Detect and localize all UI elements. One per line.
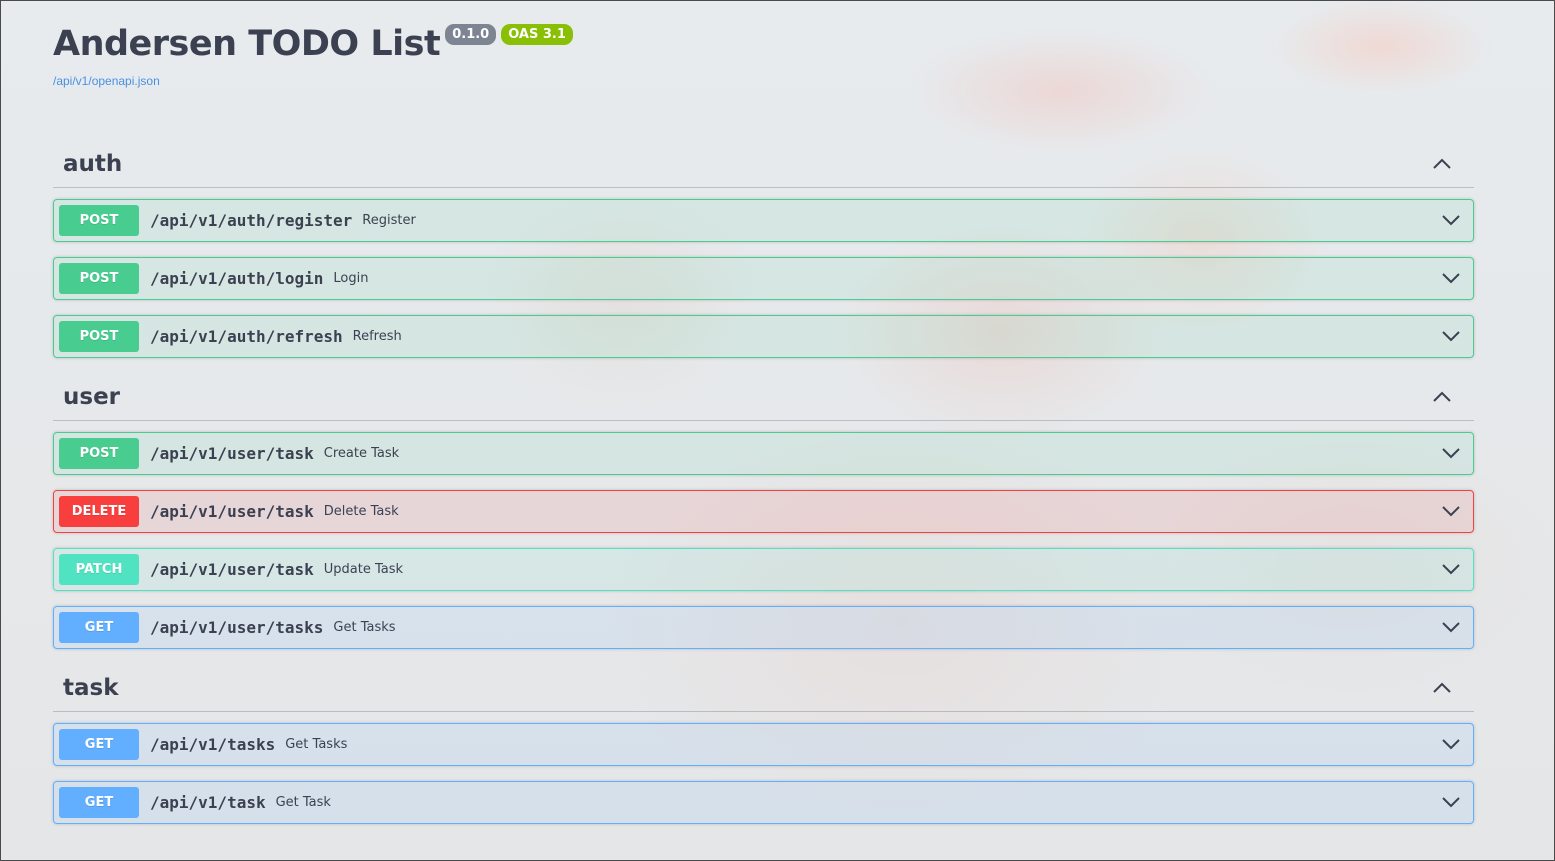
operation-row[interactable]: DELETE /api/v1/user/task Delete Task [53, 490, 1474, 533]
endpoint-summary: Delete Task [323, 504, 399, 519]
operation-row[interactable]: GET /api/v1/user/tasks Get Tasks [53, 606, 1474, 649]
page-title: Andersen TODO List [53, 24, 441, 64]
method-badge-get: GET [59, 729, 139, 760]
chevron-down-icon[interactable] [1441, 560, 1461, 579]
method-badge-patch: PATCH [59, 554, 139, 585]
endpoint-path: /api/v1/auth/register [150, 211, 353, 230]
operation-row[interactable]: POST /api/v1/auth/register Register [53, 199, 1474, 242]
endpoint-summary: Get Tasks [333, 620, 396, 635]
operation-row[interactable]: GET /api/v1/tasks Get Tasks [53, 723, 1474, 766]
oas-badge: OAS 3.1 [501, 24, 573, 45]
chevron-up-icon[interactable] [1432, 158, 1452, 170]
method-badge-post: POST [59, 438, 139, 469]
endpoint-summary: Get Tasks [285, 737, 348, 752]
endpoint-summary: Register [362, 213, 416, 228]
method-badge-post: POST [59, 205, 139, 236]
tag-section-auth: auth [53, 140, 1474, 188]
chevron-down-icon[interactable] [1441, 502, 1461, 521]
chevron-down-icon[interactable] [1441, 735, 1461, 754]
info-header: Andersen TODO List 0.1.0 OAS 3.1 [53, 19, 1474, 69]
openapi-spec-link[interactable]: /api/v1/openapi.json [53, 74, 1474, 88]
endpoint-path: /api/v1/task [150, 793, 266, 812]
endpoint-summary: Update Task [323, 562, 404, 577]
operation-row[interactable]: POST /api/v1/auth/refresh Refresh [53, 315, 1474, 358]
chevron-down-icon[interactable] [1441, 793, 1461, 812]
chevron-down-icon[interactable] [1441, 211, 1461, 230]
swagger-ui: Andersen TODO List 0.1.0 OAS 3.1 /api/v1… [53, 19, 1474, 824]
chevron-up-icon[interactable] [1432, 391, 1452, 403]
endpoint-path: /api/v1/user/task [150, 444, 314, 463]
method-badge-post: POST [59, 321, 139, 352]
operation-row[interactable]: POST /api/v1/auth/login Login [53, 257, 1474, 300]
tag-name: user [63, 383, 121, 410]
endpoint-summary: Get Task [275, 795, 331, 810]
chevron-down-icon[interactable] [1441, 444, 1461, 463]
chevron-down-icon[interactable] [1441, 327, 1461, 346]
operation-row[interactable]: PATCH /api/v1/user/task Update Task [53, 548, 1474, 591]
endpoint-path: /api/v1/user/tasks [150, 618, 324, 637]
chevron-up-icon[interactable] [1432, 682, 1452, 694]
method-badge-delete: DELETE [59, 496, 139, 527]
tag-header-auth[interactable]: auth [53, 140, 1474, 188]
endpoint-path: /api/v1/user/task [150, 560, 314, 579]
method-badge-get: GET [59, 787, 139, 818]
endpoint-path: /api/v1/auth/refresh [150, 327, 343, 346]
method-badge-post: POST [59, 263, 139, 294]
endpoint-path: /api/v1/user/task [150, 502, 314, 521]
method-badge-get: GET [59, 612, 139, 643]
tag-section-user: user [53, 373, 1474, 421]
tag-name: auth [63, 150, 123, 177]
chevron-down-icon[interactable] [1441, 269, 1461, 288]
operation-row[interactable]: POST /api/v1/user/task Create Task [53, 432, 1474, 475]
tag-section-task: task [53, 664, 1474, 712]
endpoint-summary: Refresh [352, 329, 402, 344]
endpoint-summary: Login [333, 271, 369, 286]
version-badge: 0.1.0 [445, 24, 497, 45]
tag-name: task [63, 674, 119, 701]
operation-row[interactable]: GET /api/v1/task Get Task [53, 781, 1474, 824]
endpoint-path: /api/v1/auth/login [150, 269, 324, 288]
endpoint-summary: Create Task [323, 446, 400, 461]
tag-header-task[interactable]: task [53, 664, 1474, 712]
tag-header-user[interactable]: user [53, 373, 1474, 421]
endpoint-path: /api/v1/tasks [150, 735, 276, 754]
chevron-down-icon[interactable] [1441, 618, 1461, 637]
